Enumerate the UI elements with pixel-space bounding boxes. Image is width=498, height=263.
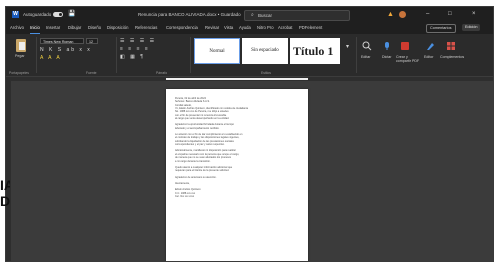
tab-insertar[interactable]: Insertar — [46, 22, 60, 34]
paste-icon[interactable] — [16, 39, 26, 52]
tab-pdfelement[interactable]: PDFelement — [299, 22, 322, 34]
tab-archivo[interactable]: Archivo — [10, 22, 24, 34]
font-name-box[interactable]: Times New Roman — [40, 38, 84, 44]
search-placeholder: Buscar — [258, 13, 273, 18]
editing-mode-label: Edición — [465, 25, 478, 29]
tab-ayuda[interactable]: Ayuda — [239, 22, 251, 34]
word-window: W Autoguardado 💾 Renuncia para BANCO ALI… — [5, 6, 494, 262]
ribbon-tabs: Archivo Inicio Insertar Dibujar Diseño D… — [6, 22, 493, 34]
editor-label[interactable]: Editor — [424, 55, 433, 59]
editor-icon[interactable] — [425, 41, 435, 51]
styles-more-icon[interactable]: ▾ — [346, 43, 349, 50]
warning-icon[interactable]: ▲ — [387, 7, 394, 22]
save-icon[interactable]: 💾 — [68, 7, 75, 22]
tab-nitro-pro[interactable]: Nitro Pro — [257, 22, 274, 34]
title-bar: W Autoguardado 💾 Renuncia para BANCO ALI… — [6, 7, 493, 22]
addins-icon[interactable] — [446, 41, 456, 51]
find-icon[interactable] — [362, 41, 372, 51]
list-buttons[interactable]: ☰ ☰ ☰ ☰ — [120, 38, 156, 44]
autosave-label: Autoguardado — [23, 12, 52, 17]
style-no-spacing[interactable]: Sin espaciado — [242, 38, 288, 64]
horizontal-ruler[interactable] — [6, 77, 493, 81]
group-label-styles: Estilos — [261, 71, 271, 75]
font-format-buttons[interactable]: N K S ab x x — [40, 47, 92, 53]
ribbon: Pegar Portapapeles Times New Roman 12 N … — [6, 34, 493, 77]
tab-vista[interactable]: Vista — [224, 22, 233, 34]
document-page[interactable]: Pereira, 02 de abril de 2024 Señores: Ban… — [166, 89, 308, 261]
overlay-heading: IADE — [0, 177, 10, 209]
align-buttons[interactable]: ≡ ≡ ≡ ≡ — [120, 46, 150, 52]
document-line: Cel. 3xx xxx xxxx — [175, 194, 195, 198]
vertical-ruler[interactable] — [6, 81, 11, 261]
shading-buttons[interactable]: ◧ ▦ ¶ — [120, 54, 145, 60]
word-icon[interactable]: W — [12, 11, 19, 18]
tab-revisar[interactable]: Revisar — [205, 22, 219, 34]
tab-correspondencia[interactable]: Correspondencia — [166, 22, 198, 34]
ribbon-divider — [190, 37, 191, 73]
font-color-buttons[interactable]: A A A — [40, 55, 62, 61]
comments-button[interactable]: Comentarios — [426, 24, 456, 33]
editing-label[interactable]: Editar — [361, 55, 370, 59]
tab-acrobat[interactable]: Acrobat — [278, 22, 292, 34]
close-button[interactable]: × — [472, 7, 476, 22]
document-title[interactable]: Renuncia para BANCO ALIVIADA.docx • Guar… — [138, 7, 241, 22]
ribbon-divider — [36, 37, 37, 73]
tab-disposicion[interactable]: Disposición — [107, 22, 128, 34]
avatar[interactable] — [399, 11, 406, 18]
styles-gallery: Normal Sin espaciado Título 1 — [194, 38, 340, 64]
paste-button[interactable]: Pegar — [15, 54, 25, 58]
addins-label[interactable]: Complementos — [440, 55, 464, 59]
search-icon: ⌕ — [251, 12, 254, 18]
dictate-label[interactable]: Dictar — [382, 55, 391, 59]
autosave-toggle[interactable] — [53, 12, 63, 17]
group-label-paragraph: Párrafo — [156, 71, 168, 75]
pdf-icon[interactable] — [400, 41, 410, 51]
group-label-font: Fuente — [86, 71, 97, 75]
ribbon-divider — [116, 37, 117, 73]
microphone-icon[interactable] — [382, 41, 392, 51]
style-title[interactable]: Título 1 — [290, 38, 340, 64]
tab-inicio[interactable]: Inicio — [30, 22, 40, 34]
tab-dibujar[interactable]: Dibujar — [68, 22, 81, 34]
create-pdf-label[interactable]: Crear y compartir PDF — [396, 55, 420, 63]
style-normal[interactable]: Normal — [194, 38, 240, 64]
comments-label: Comentarios — [430, 26, 452, 30]
tab-referencias[interactable]: Referencias — [135, 22, 157, 34]
minimize-button[interactable]: – — [426, 7, 429, 22]
search-box[interactable]: ⌕ Buscar — [244, 10, 350, 21]
editing-mode-button[interactable]: Edición — [462, 24, 481, 31]
maximize-button[interactable]: □ — [448, 7, 452, 22]
document-body[interactable]: Pereira, 02 de abril de 2024 Señores: Ban… — [175, 97, 299, 198]
font-size-box[interactable]: 12 — [86, 38, 98, 44]
group-label-clipboard: Portapapeles — [9, 71, 29, 75]
document-workspace: Pereira, 02 de abril de 2024 Señores: Ban… — [6, 77, 493, 261]
tab-diseno[interactable]: Diseño — [88, 22, 101, 34]
ribbon-divider — [356, 37, 357, 73]
